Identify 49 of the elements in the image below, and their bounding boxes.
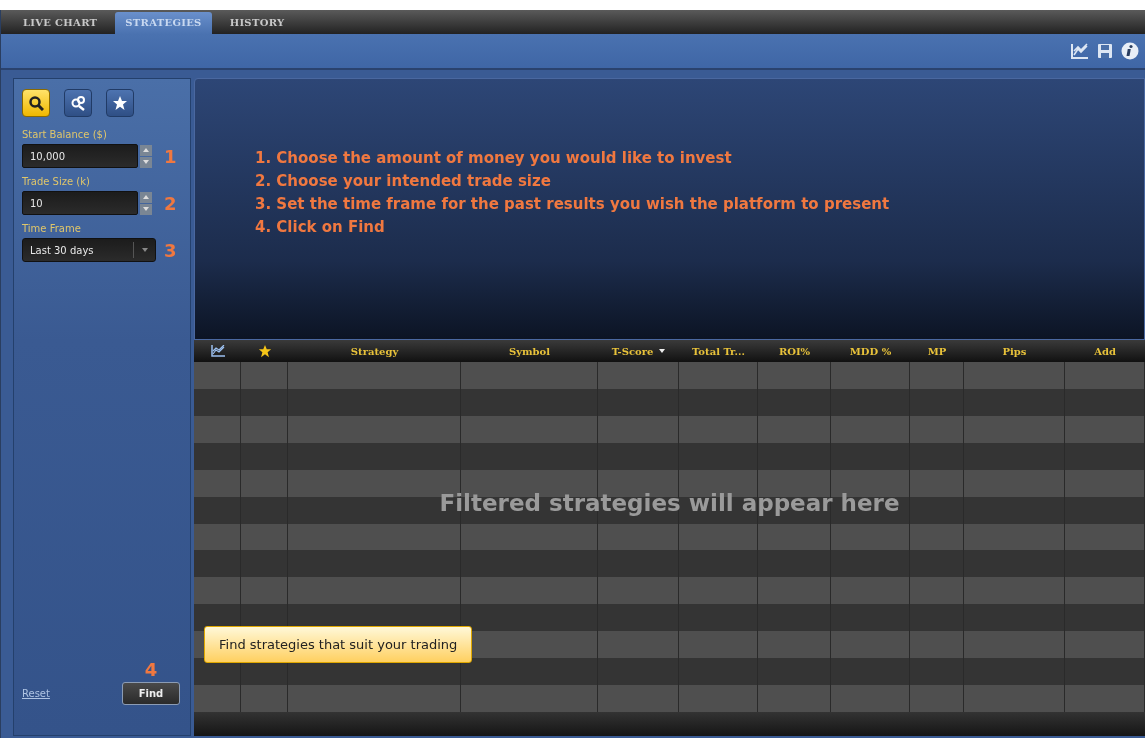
down-arrow-icon <box>143 207 149 211</box>
spin-up-button[interactable] <box>140 144 152 156</box>
dropdown[interactable]: Last 30 days <box>22 238 156 262</box>
find-button[interactable]: Find <box>122 682 180 705</box>
field-label: Trade Size (k) <box>22 176 91 187</box>
mode-button[interactable] <box>64 89 92 117</box>
instruction-text: 4. Click on Find <box>255 217 386 238</box>
field-label: Time Frame <box>22 223 82 234</box>
step-number: 1 <box>164 145 177 167</box>
tab[interactable]: LIVE CHART <box>13 12 108 34</box>
up-arrow-icon <box>143 148 149 152</box>
spin-down-button[interactable] <box>140 203 152 215</box>
mode-button[interactable] <box>106 89 134 117</box>
tooltip: Find strategies that suit your trading <box>204 626 473 663</box>
column-header[interactable]: Pips <box>1002 345 1027 357</box>
search-icon <box>28 95 44 111</box>
star-icon <box>112 95 128 111</box>
input-field[interactable]: 10 <box>22 191 138 215</box>
reset-link[interactable]: Reset <box>22 688 50 699</box>
down-arrow-icon <box>143 160 149 164</box>
column-header[interactable]: ROI% <box>778 345 811 357</box>
tab[interactable]: HISTORY <box>219 12 295 34</box>
column-header[interactable]: MDD % <box>849 345 892 357</box>
field-label: Start Balance ($) <box>22 129 108 140</box>
empty-message: Filtered strategies will appear here <box>439 490 900 516</box>
instruction-text: 1. Choose the amount of money you would like to invest <box>255 148 733 169</box>
column-header[interactable]: Total Tr... <box>692 345 745 357</box>
column-header[interactable]: T-Score <box>611 345 654 357</box>
caret-icon <box>142 248 148 252</box>
column-header[interactable]: Strategy <box>350 345 399 357</box>
step-number: 2 <box>164 192 177 214</box>
input-field[interactable]: 10,000 <box>22 144 138 168</box>
column-header[interactable]: Add <box>1094 345 1116 357</box>
save-icon[interactable] <box>1097 43 1113 59</box>
spin-down-button[interactable] <box>140 156 152 168</box>
star-icon[interactable] <box>257 344 272 358</box>
up-arrow-icon <box>143 195 149 199</box>
step-number: 3 <box>164 239 177 261</box>
mode-button[interactable] <box>22 89 50 117</box>
magnifier-people-icon <box>70 95 86 111</box>
spin-up-button[interactable] <box>140 191 152 203</box>
step-number: 4 <box>144 659 158 680</box>
instruction-text: 2. Choose your intended trade size <box>255 171 552 192</box>
instruction-text: 3. Set the time frame for the past results you wish the platform to present <box>255 194 891 215</box>
chart-icon[interactable] <box>210 345 225 357</box>
column-header[interactable]: MP <box>927 345 947 357</box>
info-icon[interactable] <box>1121 42 1139 60</box>
column-header[interactable]: Symbol <box>508 345 551 357</box>
sort-caret-icon <box>659 349 666 353</box>
